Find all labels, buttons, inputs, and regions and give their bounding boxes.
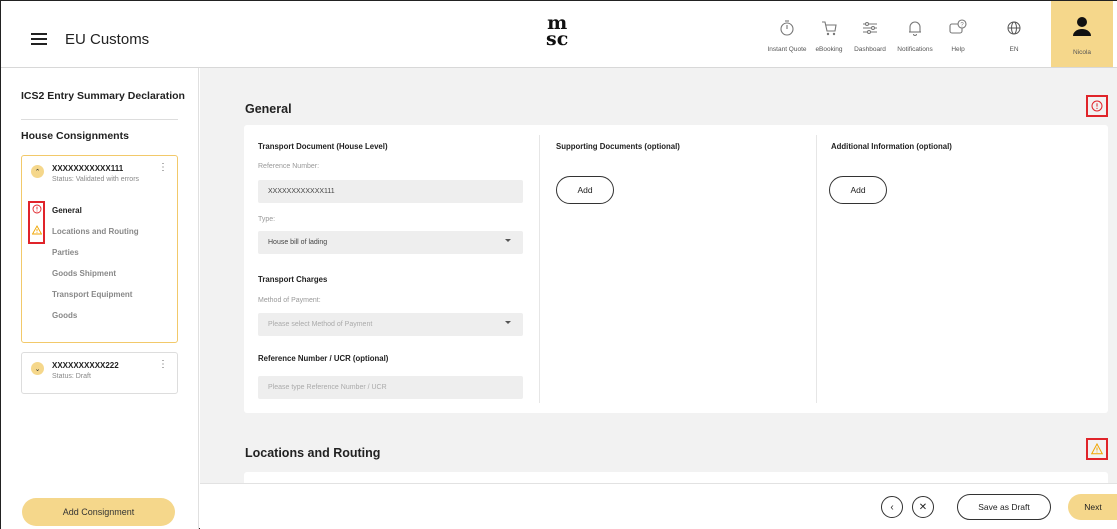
nav-language[interactable]: EN — [991, 15, 1037, 53]
chevron-down-icon — [505, 321, 511, 324]
column-divider — [539, 135, 540, 403]
menu-item-goods-shipment[interactable]: Goods Shipment — [52, 269, 116, 278]
sidebar: ICS2 Entry Summary Declaration House Con… — [1, 68, 199, 529]
section-locations-title: Locations and Routing — [245, 446, 381, 460]
app-title: EU Customs — [65, 31, 150, 48]
help-icon: ? — [935, 15, 981, 41]
nav-instant-quote[interactable]: Instant Quote — [764, 15, 810, 53]
menu-icon[interactable] — [31, 33, 47, 45]
ucr-title: Reference Number / UCR (optional) — [258, 354, 389, 363]
add-additional-information-button[interactable]: Add — [829, 176, 887, 204]
error-circle-icon — [1091, 100, 1103, 112]
kebab-menu-icon[interactable]: ⋮ — [158, 359, 168, 370]
main-content: General Transport Document (House Level)… — [200, 68, 1117, 492]
divider — [21, 119, 178, 120]
next-button[interactable]: Next — [1068, 494, 1117, 520]
add-supporting-document-button[interactable]: Add — [556, 176, 614, 204]
consignment-name: XXXXXXXXXXX111 — [52, 164, 124, 173]
user-avatar-icon — [1073, 17, 1091, 36]
transport-charges-title: Transport Charges — [258, 275, 328, 284]
highlight-box — [28, 201, 45, 244]
menu-item-general[interactable]: General — [52, 206, 82, 215]
nav-label: eBooking — [815, 46, 843, 53]
back-button[interactable]: ‹ — [881, 496, 903, 518]
user-menu[interactable]: Nicola — [1051, 1, 1113, 67]
nav-label: Notifications — [897, 46, 933, 53]
consignment-name: XXXXXXXXXX222 — [52, 361, 119, 370]
nav-ebooking[interactable]: eBooking — [806, 15, 852, 53]
nav-label: EN — [1009, 46, 1019, 53]
stopwatch-icon — [764, 15, 810, 41]
consignment-status: Status: Validated with errors — [52, 176, 140, 183]
footer-bar: ‹ ✕ Save as Draft Next — [200, 483, 1117, 529]
supporting-documents-title: Supporting Documents (optional) — [556, 142, 680, 151]
method-of-payment-label: Method of Payment: — [258, 297, 321, 304]
kebab-menu-icon[interactable]: ⋮ — [158, 162, 168, 173]
cart-icon — [806, 15, 852, 41]
reference-number-value: XXXXXXXXXXXX111 — [268, 188, 335, 195]
user-name: Nicola — [1072, 49, 1092, 56]
error-status-button[interactable] — [1086, 95, 1108, 117]
reference-number-field[interactable]: XXXXXXXXXXXX111 — [258, 180, 523, 203]
method-of-payment-select[interactable]: Please select Method of Payment — [258, 313, 523, 336]
globe-icon — [991, 15, 1037, 41]
msc-logo[interactable]: m sc — [546, 14, 569, 50]
type-select[interactable]: House bill of lading — [258, 231, 523, 254]
method-of-payment-placeholder: Please select Method of Payment — [268, 321, 373, 328]
nav-label: Dashboard — [854, 46, 886, 53]
column-divider — [816, 135, 817, 403]
type-value: House bill of lading — [268, 239, 328, 246]
chevron-down-icon[interactable]: ⌄ — [31, 362, 44, 375]
warning-triangle-icon — [1091, 443, 1103, 455]
menu-item-goods[interactable]: Goods — [52, 311, 77, 320]
menu-item-parties[interactable]: Parties — [52, 248, 79, 257]
save-as-draft-button[interactable]: Save as Draft — [957, 494, 1051, 520]
additional-information-title: Additional Information (optional) — [831, 142, 952, 151]
nav-notifications[interactable]: Notifications — [892, 15, 938, 53]
nav-help[interactable]: ? Help — [935, 15, 981, 53]
section-general-title: General — [245, 102, 292, 116]
close-button[interactable]: ✕ — [912, 496, 934, 518]
ucr-placeholder: Please type Reference Number / UCR — [268, 384, 387, 391]
nav-label: Instant Quote — [767, 46, 807, 53]
sidebar-title: ICS2 Entry Summary Declaration — [21, 90, 185, 102]
logo-text-bottom: sc — [546, 28, 569, 50]
section-title: House Consignments — [21, 130, 129, 142]
add-consignment-button[interactable]: Add Consignment — [22, 498, 175, 526]
nav-label: Help — [951, 46, 965, 53]
close-icon: ✕ — [918, 501, 928, 513]
reference-number-label: Reference Number: — [258, 163, 320, 170]
menu-item-locations[interactable]: Locations and Routing — [52, 227, 139, 236]
warning-status-button[interactable] — [1086, 438, 1108, 460]
consignment-card[interactable]: ⌄ XXXXXXXXXX222 Status: Draft ⋮ — [21, 352, 178, 394]
consignment-card[interactable]: ⌃ XXXXXXXXXXX111 Status: Validated with … — [21, 155, 178, 343]
chevron-left-icon: ‹ — [890, 501, 894, 513]
type-label: Type: — [258, 216, 276, 223]
nav-dashboard[interactable]: Dashboard — [847, 15, 893, 53]
menu-item-transport-equipment[interactable]: Transport Equipment — [52, 290, 132, 299]
ucr-input[interactable]: Please type Reference Number / UCR — [258, 376, 523, 399]
chevron-up-icon[interactable]: ⌃ — [31, 165, 44, 178]
dashboard-icon — [847, 15, 893, 41]
app-header: EU Customs m sc Instant Quote eBooking D… — [1, 1, 1117, 68]
transport-document-title: Transport Document (House Level) — [258, 142, 388, 151]
bell-icon — [892, 15, 938, 41]
chevron-down-icon — [505, 239, 511, 242]
general-panel: Transport Document (House Level) Referen… — [244, 125, 1108, 413]
consignment-status: Status: Draft — [52, 373, 91, 380]
